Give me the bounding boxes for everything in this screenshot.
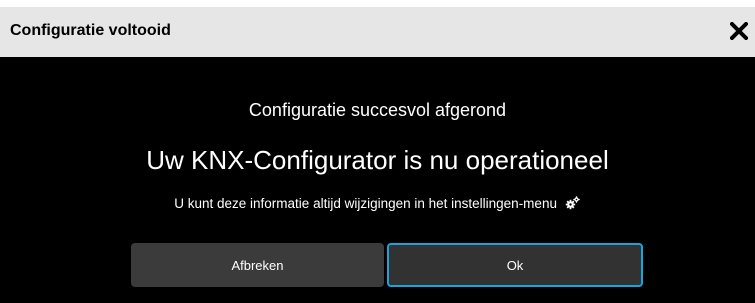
close-button[interactable] [727,19,751,43]
operational-message: Uw KNX-Configurator is nu operationeel [146,145,609,175]
gear-icon [565,196,580,210]
dialog-titlebar: Configuratie voltooid [0,7,755,57]
configuration-complete-dialog: Configuratie voltooid Configuratie succe… [0,7,755,303]
cancel-button[interactable]: Afbreken [131,243,384,287]
dialog-title: Configuratie voltooid [10,22,171,39]
cancel-button-label: Afbreken [231,257,284,273]
close-icon [730,22,748,40]
ok-button[interactable]: Ok [387,243,643,287]
dialog-body: Configuratie succesvol afgerond Uw KNX-C… [0,57,755,303]
ok-button-label: Ok [506,257,524,273]
info-message: U kunt deze informatie altijd wijziginge… [0,196,755,211]
info-text: U kunt deze informatie altijd wijziginge… [174,196,557,211]
success-heading: Configuratie succesvol afgerond [248,100,507,120]
